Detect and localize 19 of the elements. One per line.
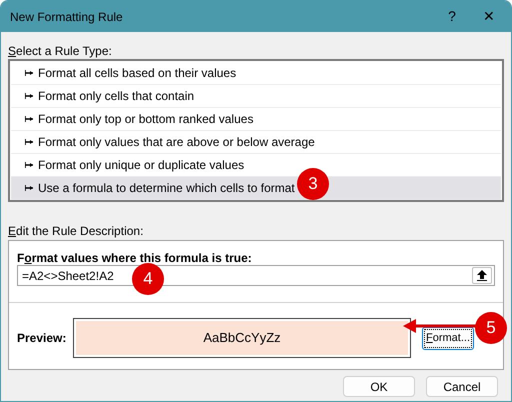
arrow-icon <box>25 162 34 168</box>
arrow-icon <box>25 93 34 99</box>
section-label: Select a Rule Type: <box>8 44 112 58</box>
close-button[interactable]: ✕ <box>467 6 511 27</box>
preview-label: Preview: <box>17 330 68 347</box>
window-title: New Formatting Rule <box>10 8 124 26</box>
format-button[interactable]: Format... <box>422 326 474 350</box>
section-label: Edit the Rule Description: <box>8 224 144 238</box>
arrow-icon <box>25 185 34 191</box>
upload-icon <box>477 270 487 281</box>
preview-text: AaBbCcYyZz <box>203 329 281 348</box>
ok-button[interactable]: OK <box>343 376 415 397</box>
arrow-icon <box>25 139 34 145</box>
cancel-button[interactable]: Cancel <box>426 376 498 397</box>
arrow-icon <box>25 70 34 76</box>
formula-label: Format values where this formula is true: <box>17 251 252 265</box>
arrow-icon <box>25 116 34 122</box>
collapse-button[interactable] <box>472 267 492 284</box>
help-button[interactable]: ? <box>437 6 467 27</box>
